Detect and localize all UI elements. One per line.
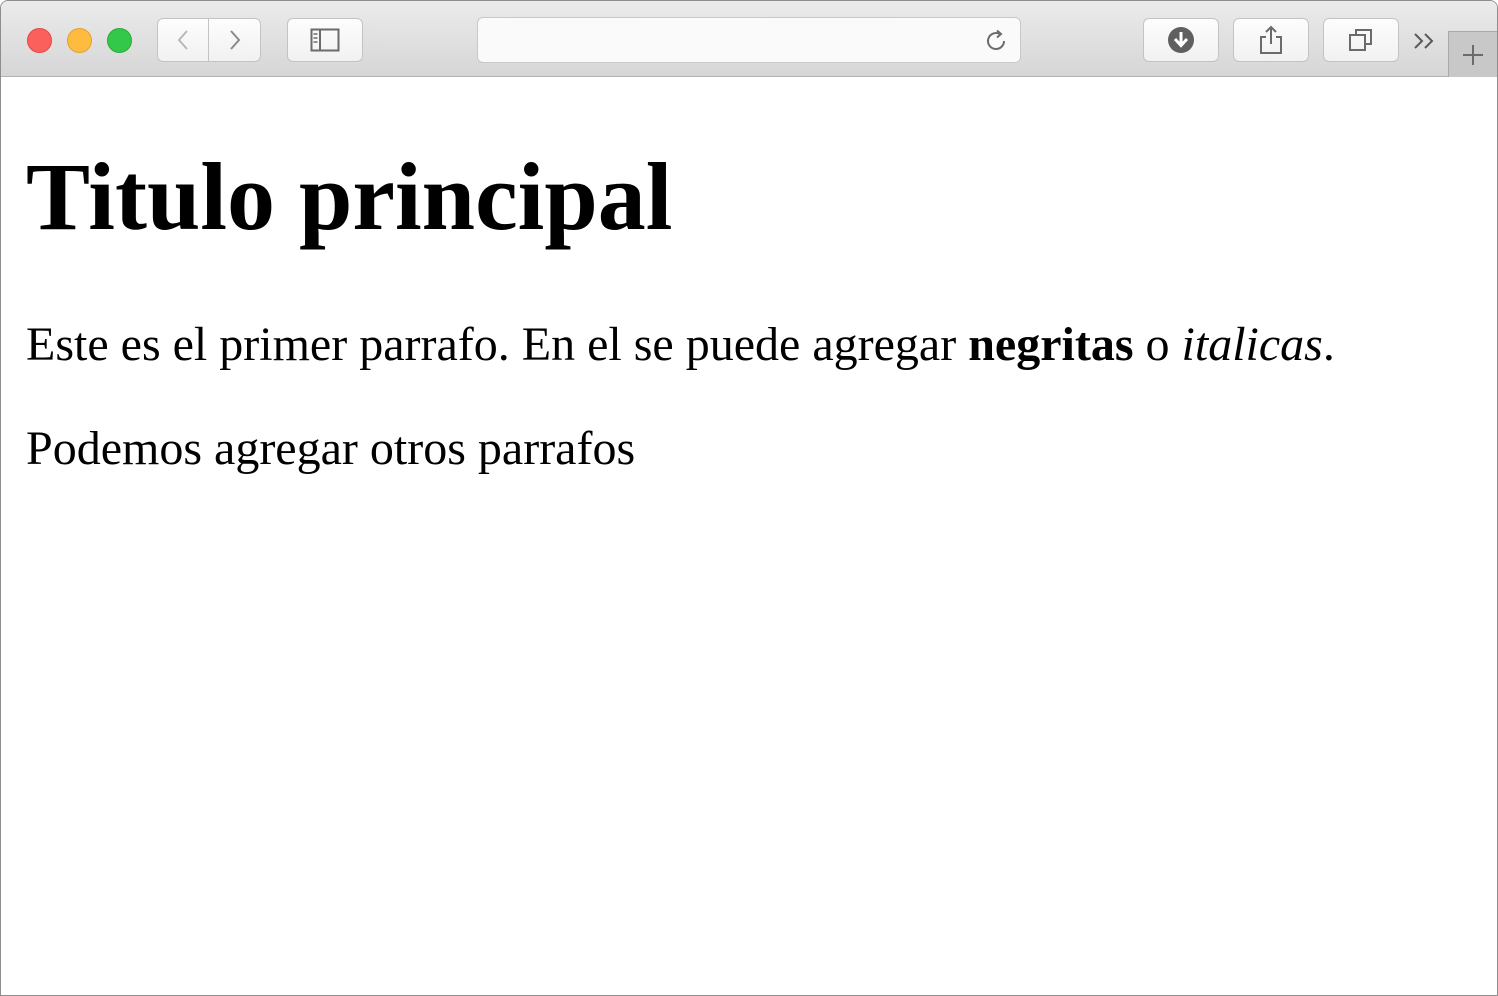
- second-paragraph: Podemos agregar otros parrafos: [26, 422, 636, 475]
- close-window-button[interactable]: [27, 28, 52, 53]
- new-tab-button[interactable]: [1448, 31, 1497, 77]
- share-button[interactable]: [1233, 18, 1309, 62]
- minimize-window-button[interactable]: [67, 28, 92, 53]
- forward-button[interactable]: [209, 18, 261, 62]
- paragraph-text-start: Este es el primer parrafo. En el se pued…: [26, 318, 969, 371]
- page-content: Titulo principal Este es el primer parra…: [1, 77, 1497, 995]
- toolbar-overflow-button[interactable]: [1407, 25, 1443, 57]
- sidebar-button[interactable]: [287, 18, 363, 62]
- maximize-window-button[interactable]: [107, 28, 132, 53]
- chevron-right-icon: [229, 30, 240, 50]
- back-button[interactable]: [157, 18, 209, 62]
- tab-overview-button[interactable]: [1323, 18, 1399, 62]
- share-icon: [1260, 25, 1282, 54]
- navigation-buttons: [157, 18, 261, 62]
- bold-text: negritas: [968, 318, 1134, 371]
- paragraph-text-middle: o: [1133, 318, 1182, 371]
- reload-button[interactable]: [982, 27, 1010, 55]
- page-title: Titulo principal: [26, 143, 673, 250]
- tab-overview-icon: [1349, 29, 1372, 51]
- paragraph-text-end: .: [1322, 318, 1335, 371]
- browser-window: Titulo principal Este es el primer parra…: [0, 0, 1498, 996]
- address-bar[interactable]: [477, 17, 1021, 63]
- plus-icon: [1463, 44, 1483, 65]
- browser-toolbar: [1, 1, 1497, 77]
- first-paragraph: Este es el primer parrafo. En el se pued…: [26, 317, 1335, 373]
- download-icon: [1168, 27, 1194, 53]
- chevron-left-icon: [177, 30, 188, 50]
- sidebar-icon: [310, 28, 340, 52]
- double-chevron-right-icon: [1414, 33, 1434, 49]
- italic-text: italicas: [1181, 318, 1323, 371]
- downloads-button[interactable]: [1143, 18, 1219, 62]
- reload-icon: [987, 29, 1005, 50]
